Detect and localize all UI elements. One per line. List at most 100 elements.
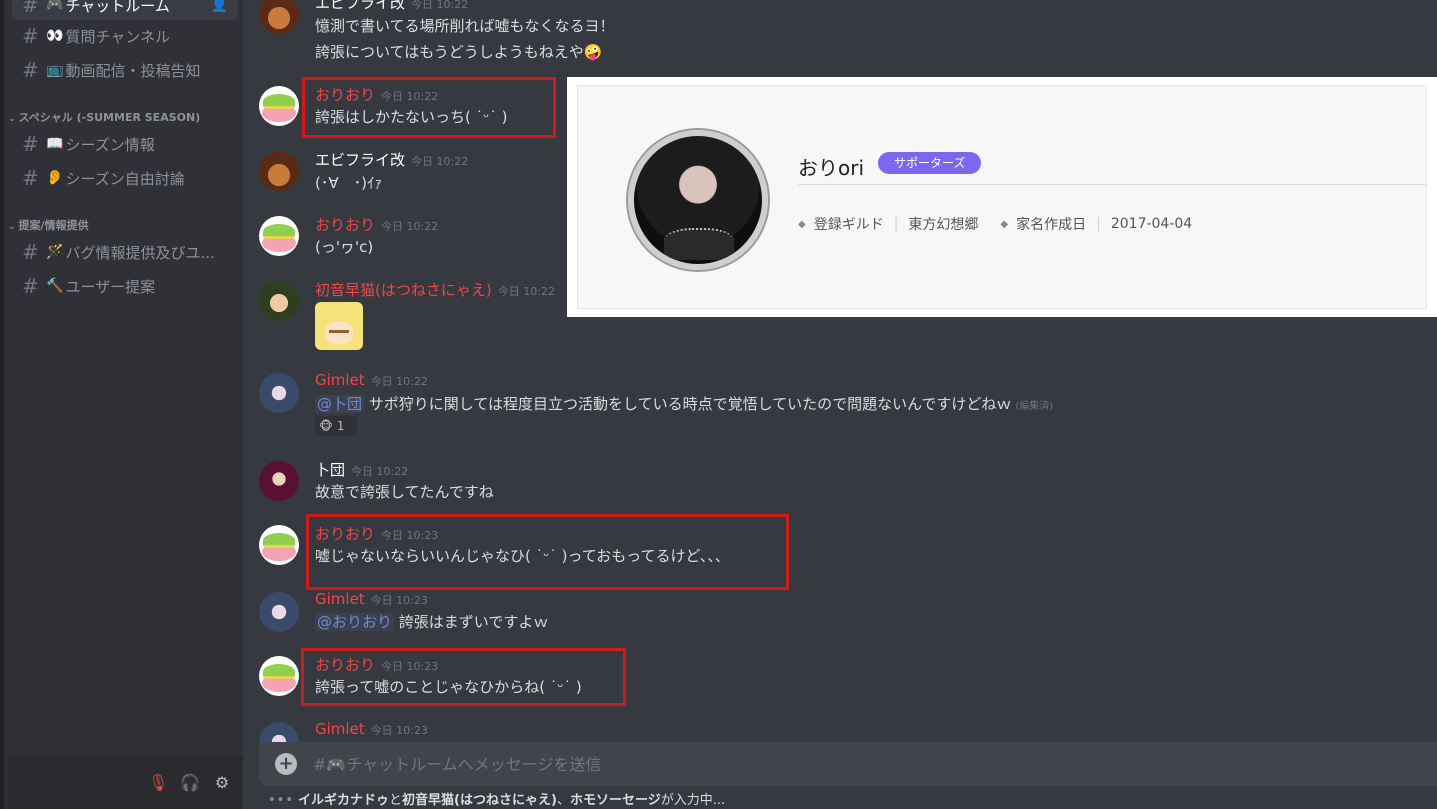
channel-label: シーズン情報 [65, 135, 155, 154]
message-header: おりおり 今日 10:23 [315, 654, 438, 675]
message-header: Gimlet 今日 10:22 [315, 371, 428, 389]
channel-chatroom[interactable]: # 🎮 チャットルーム 👤 [12, 0, 238, 20]
timestamp: 今日 10:22 [381, 90, 439, 103]
category-proposal[interactable]: ⌄ 提案/情報提供 [8, 217, 89, 233]
typing-indicator: ••• イルギカナドゥと初音早猫(はつねさにゃえ)、ホモソーセージが入力中... [268, 793, 726, 808]
avatar[interactable] [259, 281, 299, 321]
guild-label: 登録ギルド [813, 217, 884, 233]
add-member-icon[interactable]: 👤 [211, 0, 228, 13]
supporter-badge: サポーターズ [878, 152, 982, 174]
custom-emoji-image[interactable] [315, 302, 363, 350]
message-text: 誇張って嘘のことじゃなひからね( ˙ᵕ˙ ) [315, 678, 582, 696]
hammer-icon: 🔨 [46, 278, 64, 294]
author-name[interactable]: おりおり [315, 86, 375, 104]
avatar[interactable] [259, 86, 299, 126]
message-header: おりおり 今日 10:22 [315, 84, 438, 105]
channel-sidebar: # 🎮 チャットルーム 👤 # 👀 質問チャンネル # 📺 動画配信・投稿告知 … [4, 0, 247, 809]
hash-icon: # [22, 166, 39, 190]
avatar[interactable] [259, 656, 299, 696]
profile-card: おりori サポーターズ ◆ 登録ギルド | 東方幻想郷 ◆ 家名作成日 | 2… [567, 77, 1437, 317]
message-body: サポ狩りに関しては程度目立つ活動をしている時点で覚悟していたので問題ないんですけ… [364, 395, 1012, 413]
hash-icon: # [22, 274, 39, 298]
eyes-icon: 👀 [46, 28, 64, 44]
author-name[interactable]: エビフライ改 [315, 0, 405, 12]
message-text: (っ'ヮ'c) [315, 238, 374, 256]
avatar[interactable] [259, 0, 299, 34]
book-icon: 📖 [46, 136, 64, 152]
message-header: Gimlet 今日 10:23 [315, 720, 428, 738]
typing-user: イルギカナドゥ [298, 793, 390, 808]
message-header: おりおり 今日 10:23 [315, 523, 438, 544]
timestamp: 今日 10:22 [411, 155, 469, 168]
hash-icon: # [22, 132, 39, 156]
channel-user-proposal[interactable]: # 🔨 ユーザー提案 [12, 271, 238, 301]
discord-window: # 🎮 チャットルーム 👤 # 👀 質問チャンネル # 📺 動画配信・投稿告知 … [0, 0, 1437, 809]
channel-streaming[interactable]: # 📺 動画配信・投稿告知 [12, 55, 238, 85]
timestamp: 今日 10:22 [381, 220, 439, 233]
typing-dots-icon: ••• [268, 793, 295, 808]
author-name[interactable]: Gimlet [315, 371, 365, 389]
channel-bug-report[interactable]: # 🪄 バグ情報提供及びユ... [12, 237, 238, 267]
timestamp: 今日 10:23 [381, 660, 439, 673]
channel-season-discussion[interactable]: # 👂 シーズン自由討論 [12, 163, 238, 193]
edited-tag: (編集済) [1015, 401, 1054, 412]
ear-icon: 👂 [46, 170, 64, 186]
profile-avatar [628, 130, 768, 270]
author-name[interactable]: 初音早猫(はつねさにゃえ) [315, 281, 492, 299]
profile-card-body: おりori サポーターズ ◆ 登録ギルド | 東方幻想郷 ◆ 家名作成日 | 2… [577, 85, 1427, 309]
timestamp: 今日 10:22 [370, 375, 428, 388]
timestamp: 今日 10:23 [370, 724, 428, 737]
reaction-button[interactable]: 🐵 1 [315, 416, 357, 436]
chevron-down-icon: ⌄ [8, 114, 16, 124]
user-mention[interactable]: @おりおり [315, 613, 395, 631]
guild-value: 東方幻想郷 [908, 217, 979, 233]
avatar[interactable] [259, 461, 299, 501]
channel-season-info[interactable]: # 📖 シーズン情報 [12, 129, 238, 159]
channel-questions[interactable]: # 👀 質問チャンネル [12, 21, 238, 51]
message-input[interactable] [313, 742, 1413, 786]
message-header: エビフライ改 今日 10:22 [315, 0, 468, 13]
gear-icon[interactable]: ⚙ [212, 773, 232, 793]
user-mention[interactable]: @卜団 [315, 395, 365, 413]
message-text: 誇張はしかたないっち( ˙ᵕ˙ ) [315, 108, 508, 126]
diamond-icon: ◆ [798, 218, 806, 230]
author-name[interactable]: おりおり [315, 656, 375, 674]
author-name[interactable]: Gimlet [315, 590, 365, 608]
category-special[interactable]: ⌄ スペシャル (-SUMMER SEASON) [8, 109, 200, 125]
created-label: 家名作成日 [1016, 217, 1087, 233]
separator: | [893, 216, 899, 232]
avatar[interactable] [259, 592, 299, 632]
author-name[interactable]: おりおり [315, 216, 375, 234]
message-header: 初音早猫(はつねさにゃえ) 今日 10:22 [315, 279, 555, 300]
headphones-icon[interactable]: 🎧 [180, 773, 200, 793]
channel-label: チャットルーム [65, 0, 170, 15]
author-name[interactable]: 卜団 [315, 461, 345, 479]
tv-icon: 📺 [46, 62, 64, 78]
message-header: 卜団 今日 10:22 [315, 459, 408, 480]
timestamp: 今日 10:22 [351, 465, 409, 478]
diamond-icon: ◆ [1000, 218, 1009, 230]
message-body: 誇張はまずいですよｗ [394, 613, 549, 631]
monkey-icon: 🐵 [319, 419, 333, 433]
author-name[interactable]: Gimlet [315, 720, 365, 738]
message-text: 憶測で書いてる場所削れば嘘もなくなるヨ！ [315, 17, 615, 35]
message-text: 嘘じゃないならいいんじゃなひ( ˙ᵕ˙ )っておもってるけど、、、 [315, 547, 730, 565]
typing-user: 初音早猫(はつねさにゃえ) [402, 793, 557, 808]
channel-label: 質問チャンネル [65, 27, 170, 46]
channel-label: バグ情報提供及びユ... [65, 243, 215, 262]
avatar[interactable] [259, 373, 299, 413]
message-text: 故意で誇張してたんですね [315, 483, 494, 501]
author-name[interactable]: おりおり [315, 525, 375, 543]
message-text: @おりおり 誇張はまずいですよｗ [315, 611, 548, 632]
hash-icon: # [22, 58, 39, 82]
avatar[interactable] [259, 216, 299, 256]
avatar[interactable] [259, 525, 299, 565]
message-header: Gimlet 今日 10:23 [315, 590, 428, 608]
add-attachment-button[interactable]: + [275, 753, 297, 775]
author-name[interactable]: エビフライ改 [315, 151, 405, 169]
avatar[interactable] [259, 151, 299, 191]
user-panel: 🎙 🎧 ⚙ [8, 757, 247, 809]
mute-mic-icon[interactable]: 🎙 [148, 773, 168, 793]
divider [798, 184, 1426, 185]
timestamp: 今日 10:23 [381, 529, 439, 542]
